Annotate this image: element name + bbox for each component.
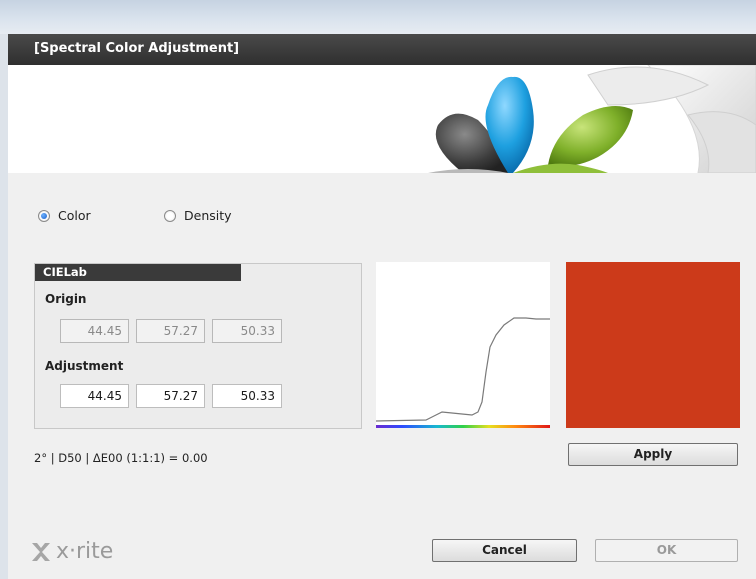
spectrum-bar <box>376 425 550 428</box>
spectral-color-adjustment-dialog: [Spectral Color Adjustment] Color Densit… <box>8 34 756 579</box>
spectral-curve-panel <box>375 262 550 428</box>
header-banner <box>8 65 756 173</box>
banner-graphic <box>428 65 756 173</box>
color-radio[interactable]: Color <box>38 208 91 223</box>
spectral-curve-graph <box>375 317 550 428</box>
adjustment-a-input[interactable]: 57.27 <box>136 384 205 408</box>
adjustment-l-input[interactable]: 44.45 <box>60 384 129 408</box>
origin-b-field: 50.33 <box>212 319 282 343</box>
cielab-header: CIELab <box>35 264 241 281</box>
cancel-button[interactable]: Cancel <box>432 539 577 562</box>
color-radio-label: Color <box>58 208 91 223</box>
ok-button[interactable]: OK <box>595 539 738 562</box>
radio-checked-icon <box>38 209 50 222</box>
color-swatch <box>566 262 740 428</box>
cielab-group: CIELab Origin 44.45 57.27 50.33 Adjustme… <box>34 263 362 429</box>
origin-l-field: 44.45 <box>60 319 129 343</box>
adjustment-b-input[interactable]: 50.33 <box>212 384 282 408</box>
density-radio-label: Density <box>184 208 232 223</box>
radio-unchecked-icon <box>164 209 176 222</box>
reflectance-curve <box>375 317 550 422</box>
apply-button[interactable]: Apply <box>568 443 738 466</box>
xrite-logo-icon <box>32 542 50 561</box>
origin-a-field: 57.27 <box>136 319 205 343</box>
window-top-strip <box>0 0 756 34</box>
adjustment-label: Adjustment <box>45 359 124 373</box>
density-radio[interactable]: Density <box>164 208 232 223</box>
origin-label: Origin <box>45 292 87 306</box>
xrite-logo-text: x·rite <box>56 539 114 564</box>
xrite-logo: x·rite <box>30 539 113 564</box>
status-line: 2° | D50 | ΔE00 (1:1:1) = 0.00 <box>34 451 208 465</box>
dialog-titlebar[interactable]: [Spectral Color Adjustment] <box>8 34 756 65</box>
dialog-title: [Spectral Color Adjustment] <box>34 41 240 56</box>
